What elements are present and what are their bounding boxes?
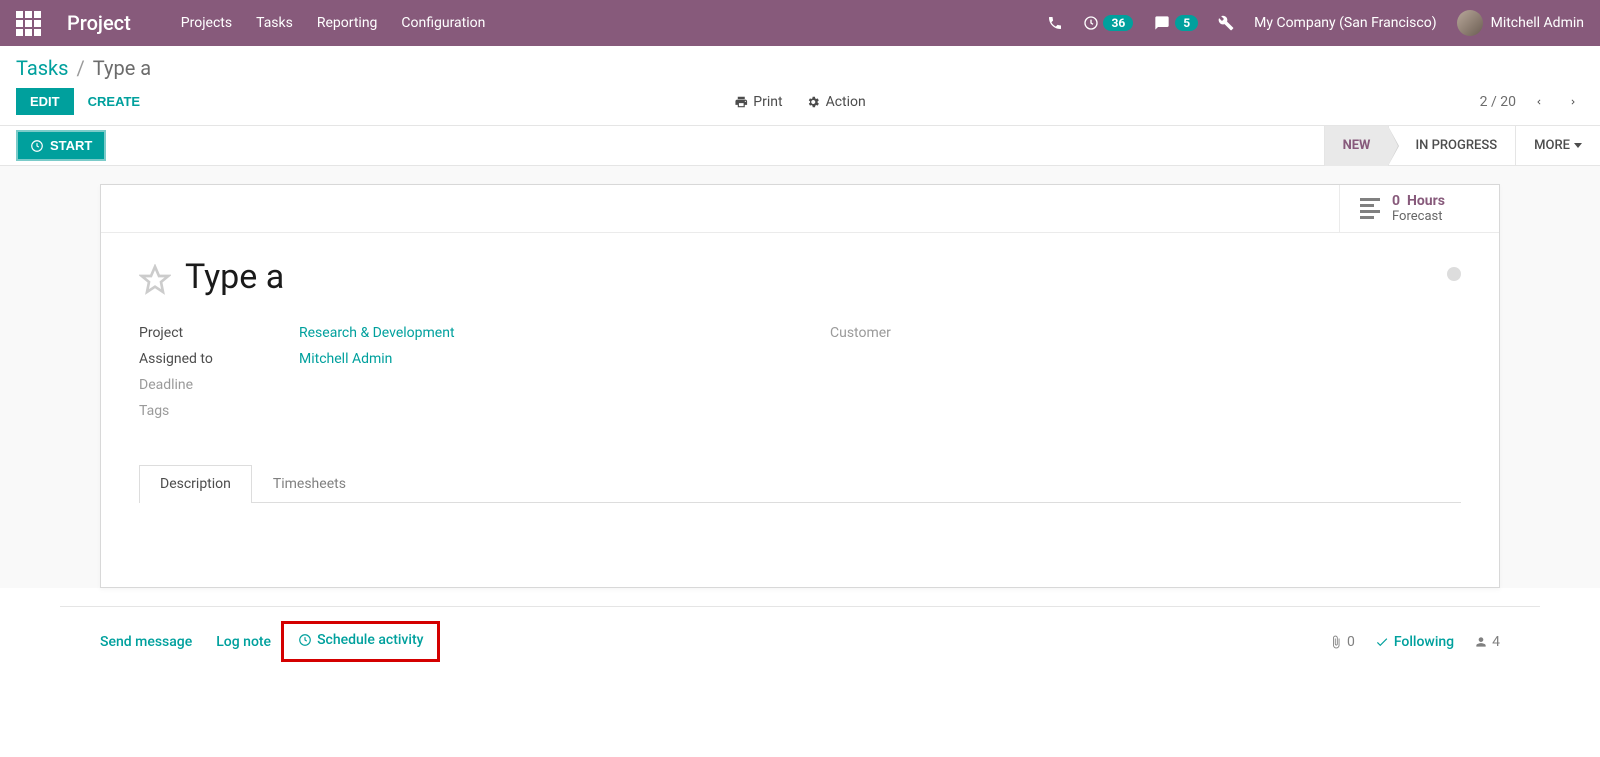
check-icon — [1375, 635, 1389, 649]
stage-new[interactable]: NEW — [1324, 126, 1389, 166]
messages-icon[interactable]: 5 — [1153, 15, 1198, 31]
priority-star-icon[interactable] — [139, 258, 171, 296]
send-message-button[interactable]: Send message — [100, 634, 192, 650]
caret-down-icon — [1574, 143, 1582, 148]
following-button[interactable]: Following — [1375, 634, 1454, 650]
stage-in-progress[interactable]: IN PROGRESS — [1388, 126, 1515, 166]
action-dropdown[interactable]: Action — [807, 94, 866, 110]
edit-button[interactable]: EDIT — [16, 88, 74, 115]
apps-launcher-icon[interactable] — [16, 11, 41, 36]
breadcrumb-root[interactable]: Tasks — [16, 56, 69, 80]
top-navbar: Project Projects Tasks Reporting Configu… — [0, 0, 1600, 46]
project-value[interactable]: Research & Development — [299, 325, 455, 341]
task-title: Type a — [185, 257, 284, 297]
log-note-button[interactable]: Log note — [216, 634, 271, 650]
nav-projects[interactable]: Projects — [181, 15, 232, 31]
activities-badge: 36 — [1103, 15, 1133, 31]
assigned-value[interactable]: Mitchell Admin — [299, 351, 392, 367]
kanban-state-icon[interactable] — [1447, 267, 1461, 281]
chevron-left-icon — [1534, 95, 1544, 109]
chatter-bar: Send message Log note Schedule activity … — [60, 606, 1540, 676]
start-button[interactable]: START — [16, 130, 106, 161]
company-selector[interactable]: My Company (San Francisco) — [1254, 15, 1436, 31]
pager-next[interactable] — [1562, 89, 1584, 114]
avatar-icon — [1457, 10, 1483, 36]
nav-configuration[interactable]: Configuration — [401, 15, 485, 31]
tab-content — [139, 503, 1461, 563]
followers-button[interactable]: 4 — [1474, 634, 1500, 650]
customer-label: Customer — [830, 325, 990, 341]
app-title[interactable]: Project — [67, 11, 131, 35]
stat-hours-forecast[interactable]: 0 Hours Forecast — [1339, 185, 1499, 232]
chevron-right-icon — [1568, 95, 1578, 109]
assigned-label: Assigned to — [139, 351, 299, 367]
breadcrumb: Tasks / Type a — [16, 56, 151, 80]
attachments-button[interactable]: 0 — [1329, 634, 1355, 650]
clock-icon — [298, 633, 312, 647]
project-label: Project — [139, 325, 299, 341]
messages-badge: 5 — [1175, 15, 1198, 31]
clock-icon — [30, 139, 44, 153]
highlight-annotation: Schedule activity — [281, 621, 440, 662]
tools-icon[interactable] — [1218, 15, 1234, 31]
nav-tasks[interactable]: Tasks — [256, 15, 293, 31]
tab-timesheets[interactable]: Timesheets — [252, 465, 367, 502]
pager-count[interactable]: 2 / 20 — [1480, 94, 1516, 110]
create-button[interactable]: CREATE — [74, 88, 154, 115]
notebook-tabs: Description Timesheets — [139, 465, 1461, 503]
print-icon — [734, 95, 748, 109]
tags-label: Tags — [139, 403, 299, 419]
activities-icon[interactable]: 36 — [1083, 15, 1133, 31]
tab-description[interactable]: Description — [139, 465, 252, 503]
nav-reporting[interactable]: Reporting — [317, 15, 378, 31]
print-button[interactable]: Print — [734, 94, 782, 110]
form-sheet: 0 Hours Forecast Type a Project Research… — [100, 184, 1500, 588]
user-name: Mitchell Admin — [1491, 15, 1584, 31]
user-icon — [1474, 635, 1488, 649]
paperclip-icon — [1329, 635, 1343, 649]
deadline-label: Deadline — [139, 377, 299, 393]
phone-icon[interactable] — [1047, 15, 1063, 31]
nav-menu: Projects Tasks Reporting Configuration — [181, 15, 486, 31]
gear-icon — [807, 95, 821, 109]
user-menu[interactable]: Mitchell Admin — [1457, 10, 1584, 36]
stage-more-dropdown[interactable]: MORE — [1515, 126, 1600, 166]
breadcrumb-current: Type a — [93, 56, 151, 80]
tasks-icon — [1360, 198, 1380, 219]
schedule-activity-button[interactable]: Schedule activity — [298, 632, 423, 648]
pager-prev[interactable] — [1528, 89, 1550, 114]
breadcrumb-separator: / — [77, 56, 85, 80]
